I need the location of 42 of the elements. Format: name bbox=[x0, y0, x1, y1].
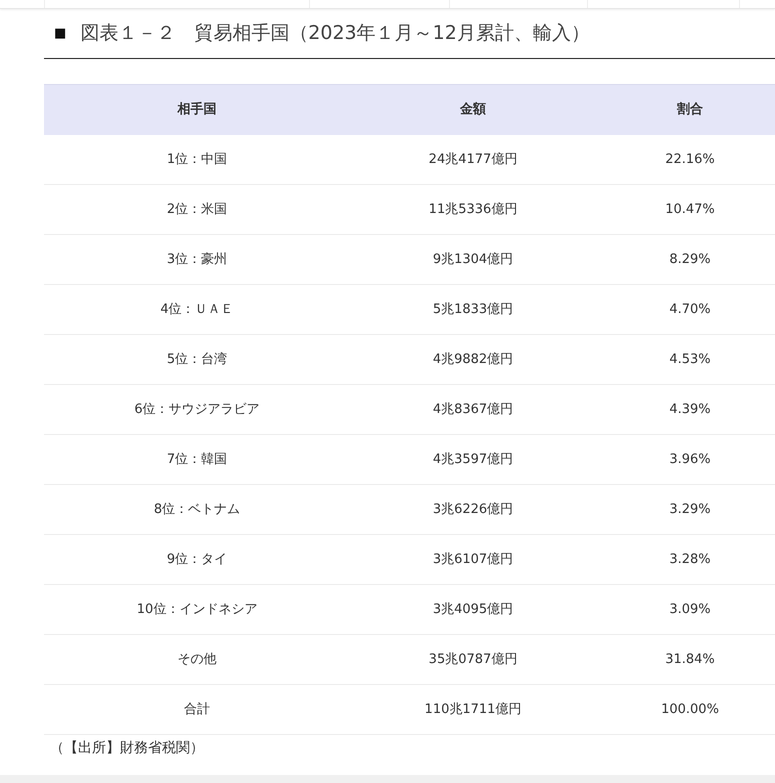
table-cell: 100.00% bbox=[596, 684, 775, 734]
table-cell: 3.96% bbox=[596, 434, 775, 484]
table-cell: 4位：ＵＡＥ bbox=[44, 284, 350, 334]
table-cell: 3兆6107億円 bbox=[350, 534, 596, 584]
column-header: 金額 bbox=[350, 84, 596, 134]
square-marker: ■ bbox=[54, 24, 66, 43]
table-cell: 22.16% bbox=[596, 134, 775, 184]
table-cell: 4.53% bbox=[596, 334, 775, 384]
table-cell: 3.29% bbox=[596, 484, 775, 534]
table-cell: 11兆5336億円 bbox=[350, 184, 596, 234]
table-cell: 7位：韓国 bbox=[44, 434, 350, 484]
table-cell: 4兆9882億円 bbox=[350, 334, 596, 384]
chart-title: 図表１－２ 貿易相手国（2023年１月～12月累計、輸入） bbox=[80, 21, 590, 46]
table-cell: 3兆6226億円 bbox=[350, 484, 596, 534]
table-cell: 6位：サウジアラビア bbox=[44, 384, 350, 434]
table-cell: 8位：ベトナム bbox=[44, 484, 350, 534]
table-cell: 9兆1304億円 bbox=[350, 234, 596, 284]
table-cell: 8.29% bbox=[596, 234, 775, 284]
column-header: 割合 bbox=[596, 84, 775, 134]
table-cell: 1位：中国 bbox=[44, 134, 350, 184]
table-cell: 4兆3597億円 bbox=[350, 434, 596, 484]
table-cell: 4.39% bbox=[596, 384, 775, 434]
table-cell: 3位：豪州 bbox=[44, 234, 350, 284]
table-cell: 10.47% bbox=[596, 184, 775, 234]
table-cell: 24兆4177億円 bbox=[350, 134, 596, 184]
table-cell: 3兆4095億円 bbox=[350, 584, 596, 634]
table-cell: 5位：台湾 bbox=[44, 334, 350, 384]
table-cell: 31.84% bbox=[596, 634, 775, 684]
table-cell: 35兆0787億円 bbox=[350, 634, 596, 684]
table-cell: 10位：インドネシア bbox=[44, 584, 350, 634]
table-cell: 5兆1833億円 bbox=[350, 284, 596, 334]
table-cell: 110兆1711億円 bbox=[350, 684, 596, 734]
source-note: （【出所】財務省税関） bbox=[49, 739, 205, 758]
table-cell: 4.70% bbox=[596, 284, 775, 334]
table-cell: 合計 bbox=[44, 684, 350, 734]
column-header: 相手国 bbox=[44, 84, 350, 134]
table-cell: 4兆8367億円 bbox=[350, 384, 596, 434]
table-cell: 3.09% bbox=[596, 584, 775, 634]
table-cell: 3.28% bbox=[596, 534, 775, 584]
table-cell: その他 bbox=[44, 634, 350, 684]
table-cell: 2位：米国 bbox=[44, 184, 350, 234]
table-cell: 9位：タイ bbox=[44, 534, 350, 584]
